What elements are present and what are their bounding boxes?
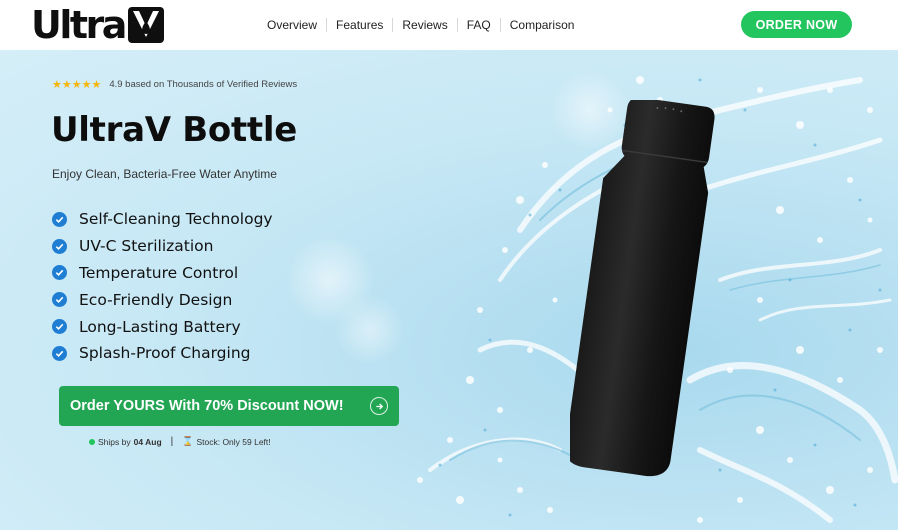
check-icon bbox=[52, 238, 67, 254]
stock-text: Stock: Only 59 Left! bbox=[196, 436, 271, 447]
rating-text: 4.9 based on Thousands of Verified Revie… bbox=[109, 79, 298, 90]
check-icon bbox=[52, 292, 67, 308]
nav-overview[interactable]: Overview bbox=[258, 18, 326, 32]
site-header: Ultra Overview Features Reviews FAQ Comp… bbox=[0, 0, 898, 50]
nav-faq[interactable]: FAQ bbox=[456, 18, 500, 32]
logo-v-icon bbox=[127, 7, 164, 43]
page-title: UltraV Bottle bbox=[51, 110, 297, 150]
feature-item: Splash-Proof Charging bbox=[52, 340, 273, 367]
nav-features[interactable]: Features bbox=[326, 18, 392, 32]
star-icon: ★★★★★ bbox=[52, 79, 102, 91]
shipping-info: Ships by 04 Aug | ⌛ Stock: Only 59 Left! bbox=[89, 436, 271, 447]
logo[interactable]: Ultra bbox=[31, 5, 164, 45]
feature-item: UV-C Sterilization bbox=[52, 233, 273, 260]
product-bottle-image bbox=[570, 100, 715, 477]
separator: | bbox=[170, 436, 174, 447]
feature-label: Eco-Friendly Design bbox=[79, 290, 233, 309]
ships-date: 04 Aug bbox=[133, 436, 162, 447]
feature-item: Long-Lasting Battery bbox=[52, 313, 273, 340]
feature-label: Splash-Proof Charging bbox=[79, 344, 251, 363]
ships-prefix: Ships by bbox=[98, 436, 131, 447]
check-icon bbox=[52, 319, 67, 335]
nav-reviews[interactable]: Reviews bbox=[392, 18, 456, 32]
feature-item: Self-Cleaning Technology bbox=[52, 206, 273, 233]
cta-label: Order YOURS With 70% Discount NOW! bbox=[70, 398, 344, 414]
page-subtitle: Enjoy Clean, Bacteria-Free Water Anytime bbox=[52, 167, 277, 181]
feature-list: Self-Cleaning Technology UV-C Sterilizat… bbox=[52, 206, 273, 367]
feature-label: Long-Lasting Battery bbox=[79, 317, 241, 336]
feature-label: UV-C Sterilization bbox=[79, 237, 214, 256]
feature-item: Temperature Control bbox=[52, 260, 273, 287]
check-icon bbox=[52, 265, 67, 281]
arrow-right-icon bbox=[370, 397, 388, 415]
check-icon bbox=[52, 211, 67, 227]
hourglass-icon: ⌛ bbox=[182, 436, 194, 446]
main-nav: Overview Features Reviews FAQ Comparison bbox=[258, 16, 583, 34]
feature-label: Temperature Control bbox=[79, 263, 239, 282]
order-now-button[interactable]: ORDER NOW bbox=[741, 11, 852, 38]
check-icon bbox=[52, 345, 67, 361]
discount-cta-button[interactable]: Order YOURS With 70% Discount NOW! bbox=[59, 386, 399, 426]
logo-text: Ultra bbox=[31, 3, 127, 47]
feature-item: Eco-Friendly Design bbox=[52, 286, 273, 313]
hero-section: ★★★★★ 4.9 based on Thousands of Verified… bbox=[0, 50, 898, 530]
feature-label: Self-Cleaning Technology bbox=[79, 210, 273, 229]
rating-summary: ★★★★★ 4.9 based on Thousands of Verified… bbox=[52, 78, 297, 91]
nav-comparison[interactable]: Comparison bbox=[499, 18, 584, 32]
status-dot-icon bbox=[89, 438, 95, 445]
